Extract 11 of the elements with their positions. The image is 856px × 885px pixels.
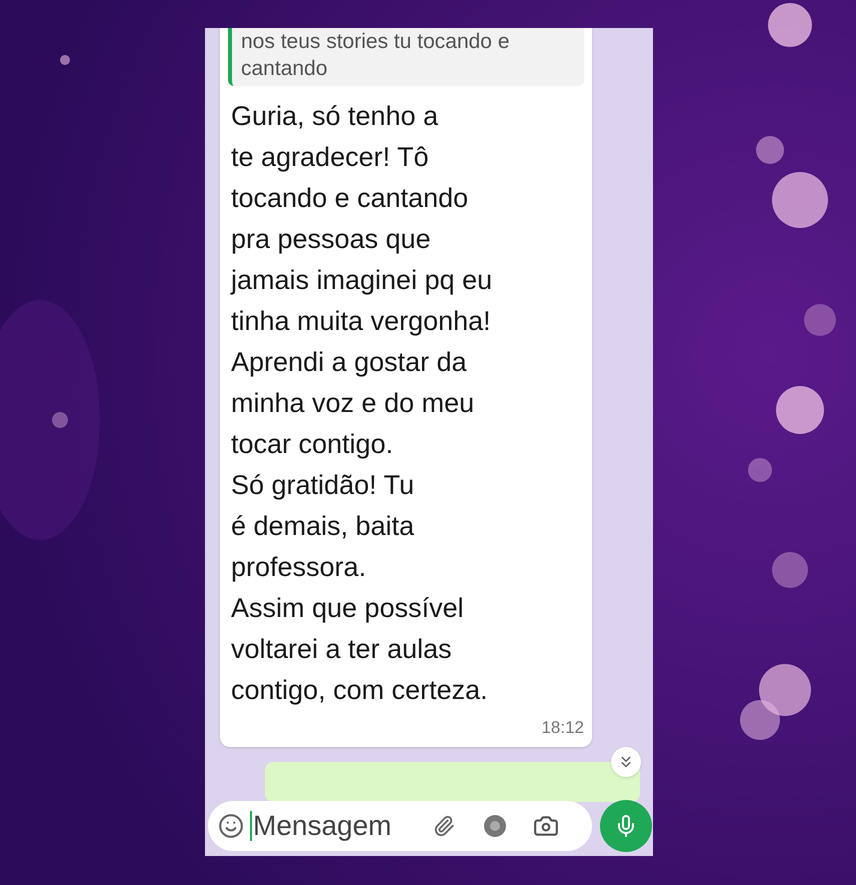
message-composer[interactable]: Mensagem — [208, 801, 592, 851]
message-field[interactable]: Mensagem — [253, 805, 423, 847]
message-time: 18:12 — [541, 717, 584, 739]
emoji-icon[interactable] — [218, 813, 244, 839]
scroll-down-button[interactable] — [611, 746, 641, 776]
message-text: Guria, só tenho a te agradecer! Tô tocando e cantando pra pessoas que jamais imaginei pq eu tinha muita vergonha! Aprendi a gostar da minha voz e do meu tocar contigo. Só gratidão! Tu é demais, baita professora. Assim que possível voltarei a ter aulas contigo, com certeza. — [229, 100, 494, 707]
microphone-button[interactable] — [600, 800, 652, 852]
paperclip-icon[interactable] — [433, 815, 455, 837]
sticker-icon[interactable] — [483, 814, 507, 838]
text-cursor — [250, 811, 252, 841]
quoted-text: nos teus stories tu tocando e cantando — [241, 29, 510, 82]
